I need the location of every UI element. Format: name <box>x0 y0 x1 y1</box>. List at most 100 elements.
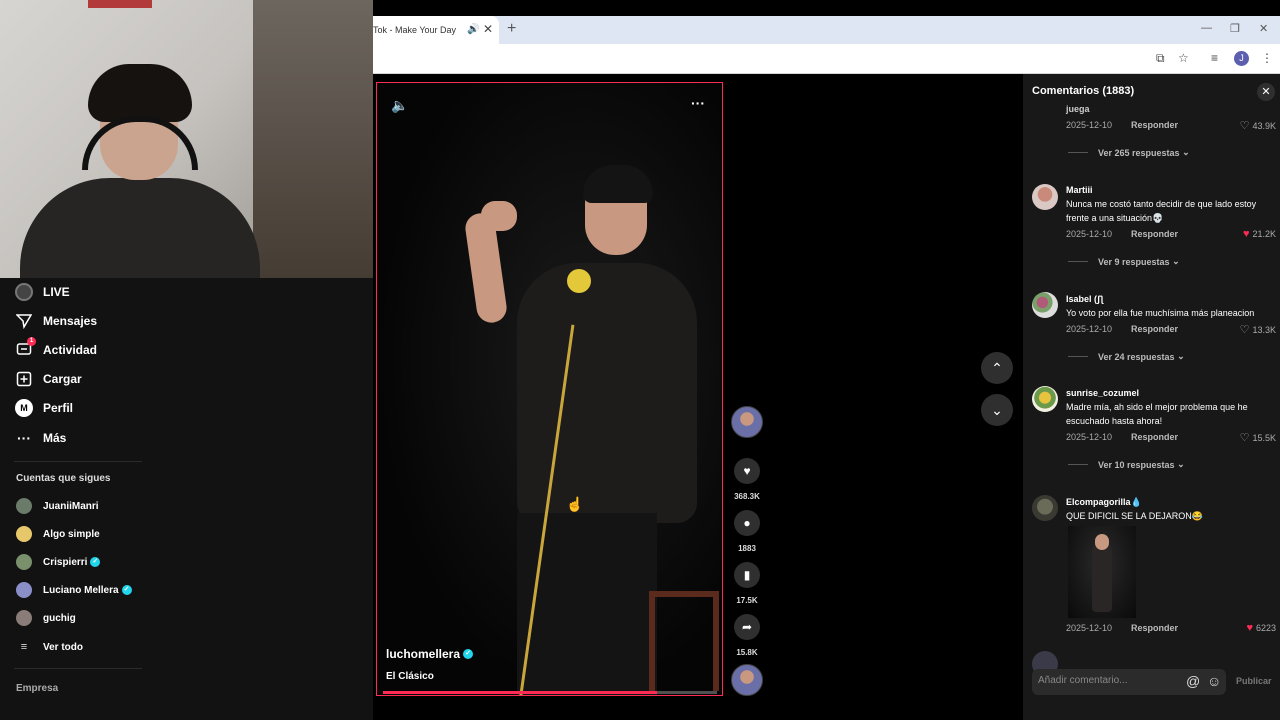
footer-company[interactable]: Empresa <box>16 683 58 694</box>
following-item[interactable]: Algo simple <box>16 525 100 543</box>
tab-close-icon[interactable]: ✕ <box>483 22 493 36</box>
browser-menu-icon[interactable]: ⋮ <box>1261 51 1273 65</box>
comment-image[interactable] <box>1068 526 1136 618</box>
comment-author[interactable]: Martiii <box>1066 185 1093 195</box>
following-item[interactable]: guchig <box>16 609 76 627</box>
divider <box>14 668 142 669</box>
sidebar-item-label: Cargar <box>43 372 82 386</box>
avatar[interactable] <box>1032 292 1058 318</box>
comment-author[interactable]: Isabel (ʃƪ <box>1066 294 1103 304</box>
install-app-icon[interactable]: ⧉ <box>1156 51 1165 66</box>
sidebar-item-actividad[interactable]: 1 Actividad <box>14 337 98 362</box>
tab-audio-icon[interactable]: 🔊 <box>467 24 479 35</box>
following-item[interactable]: JuaniiManri <box>16 497 99 515</box>
comment-button[interactable]: ● <box>734 510 760 536</box>
comment-text: Nunca me costó tanto decidir de que lado… <box>1066 199 1257 223</box>
reply-button[interactable]: Responder <box>1131 623 1178 633</box>
comment-like-button[interactable]: ♡ 15.5K <box>1240 431 1276 444</box>
sidebar-item-label: Mensajes <box>43 314 98 328</box>
reply-button[interactable]: Responder <box>1131 229 1178 239</box>
sidebar-item-mas[interactable]: ··· Más <box>14 426 66 450</box>
sidebar-item-live[interactable]: LIVE <box>14 280 70 304</box>
live-icon <box>14 282 34 302</box>
comment-like-button[interactable]: ♥ 6223 <box>1246 622 1276 634</box>
comment-like-button[interactable]: ♥ 21.2K <box>1243 228 1276 240</box>
previous-video-button[interactable]: ⌃ <box>981 352 1013 384</box>
video-description[interactable]: El Clásico <box>386 671 434 682</box>
following-item[interactable]: Luciano Mellera ✓ <box>16 581 132 599</box>
comment-author[interactable]: Elcompagorilla💧 <box>1066 497 1142 508</box>
close-comments-button[interactable]: ✕ <box>1257 83 1275 101</box>
sidebar-item-perfil[interactable]: M Perfil <box>14 396 73 420</box>
emoji-icon[interactable]: ☺ <box>1207 673 1221 689</box>
webcam-person-hair <box>88 64 192 122</box>
following-item[interactable]: Crispierri ✓ <box>16 553 101 571</box>
music-disc-avatar[interactable] <box>731 664 763 696</box>
view-replies-button[interactable]: Ver 265 respuestas ⌄ <box>1068 147 1190 158</box>
see-all-label: Ver todo <box>43 641 84 653</box>
like-button[interactable]: ♥ <box>734 458 760 484</box>
comments-count: (1883) <box>1102 85 1135 97</box>
comment-input-box[interactable]: @ ☺ <box>1032 669 1226 695</box>
comment-like-button[interactable]: ♡ 43.9K <box>1240 119 1276 132</box>
sidebar-item-label: Más <box>43 431 67 445</box>
mention-icon[interactable]: @ <box>1186 673 1200 689</box>
avatar[interactable] <box>1032 495 1058 521</box>
view-replies-button[interactable]: Ver 10 respuestas ⌄ <box>1068 459 1185 470</box>
volume-icon[interactable]: 🔈 <box>391 97 408 114</box>
restore-icon[interactable]: ❐ <box>1230 22 1240 35</box>
view-replies-button[interactable]: Ver 9 respuestas ⌄ <box>1068 256 1180 267</box>
author-avatar[interactable] <box>731 406 763 438</box>
divider <box>14 461 142 462</box>
profile-avatar[interactable]: J <box>1234 51 1249 66</box>
share-button[interactable]: ➦ <box>734 614 760 640</box>
comment-like-count: 6223 <box>1255 623 1276 633</box>
comments-title: Comentarios (1883) <box>1032 85 1134 97</box>
avatar[interactable] <box>1032 184 1058 210</box>
chevron-down-icon: ⌄ <box>991 401 1003 418</box>
webcam-overlay <box>0 0 373 278</box>
comment-author[interactable]: juega <box>1066 104 1090 114</box>
more-options-icon[interactable]: ··· <box>691 95 705 111</box>
video-author[interactable]: luchomellera ✓ <box>386 647 474 661</box>
video-progress-bar[interactable] <box>383 691 717 694</box>
sidebar-item-cargar[interactable]: Cargar <box>14 367 82 391</box>
view-replies-label: Ver 9 respuestas <box>1098 256 1170 267</box>
sidebar-item-label: Actividad <box>43 343 98 357</box>
sidebar-item-mensajes[interactable]: Mensajes <box>14 309 97 333</box>
heart-icon: ♥ <box>743 464 751 478</box>
comment-like-count: 15.5K <box>1252 432 1276 443</box>
comment-author[interactable]: sunrise_cozumel <box>1066 388 1139 398</box>
avatar[interactable] <box>1032 386 1058 412</box>
comment-date: 2025-12-10 <box>1066 120 1113 130</box>
new-tab-icon[interactable]: + <box>507 20 516 38</box>
verified-icon: ✓ <box>90 557 101 567</box>
reply-button[interactable]: Responder <box>1131 324 1178 334</box>
post-comment-button[interactable]: Publicar <box>1236 676 1272 686</box>
view-replies-button[interactable]: Ver 24 respuestas ⌄ <box>1068 351 1185 362</box>
minimize-icon[interactable]: — <box>1201 22 1212 34</box>
stool <box>649 591 719 691</box>
comment-input[interactable] <box>1038 675 1178 686</box>
save-count: 17.5K <box>736 596 758 605</box>
following-name: Algo simple <box>43 528 100 540</box>
browser-tab[interactable]: Tok - Make Your Day 🔊 ✕ <box>373 16 499 44</box>
avatar <box>16 526 32 542</box>
media-queue-icon[interactable]: ≡ <box>1211 51 1218 65</box>
video-progress-fill <box>383 691 657 694</box>
heart-icon: ♡ <box>1239 324 1250 336</box>
save-button[interactable]: ▮ <box>734 562 760 588</box>
comment-like-count: 21.2K <box>1252 229 1276 239</box>
reply-button[interactable]: Responder <box>1131 432 1178 442</box>
next-video-button[interactable]: ⌄ <box>981 394 1013 426</box>
bookmark-star-icon[interactable]: ☆ <box>1178 51 1189 65</box>
comment-count: 1883 <box>738 544 756 553</box>
video-player[interactable]: 🔈 ··· luchomellera ✓ El Clásico <box>376 82 723 696</box>
comment-like-button[interactable]: ♡ 13.3K <box>1240 323 1276 336</box>
see-all-link[interactable]: ≡ Ver todo <box>16 638 83 656</box>
window-close-icon[interactable]: ✕ <box>1259 22 1268 35</box>
view-replies-label: Ver 24 respuestas <box>1098 351 1175 362</box>
performer-hair <box>583 165 653 203</box>
reply-button[interactable]: Responder <box>1131 120 1178 130</box>
microphone <box>567 269 591 293</box>
